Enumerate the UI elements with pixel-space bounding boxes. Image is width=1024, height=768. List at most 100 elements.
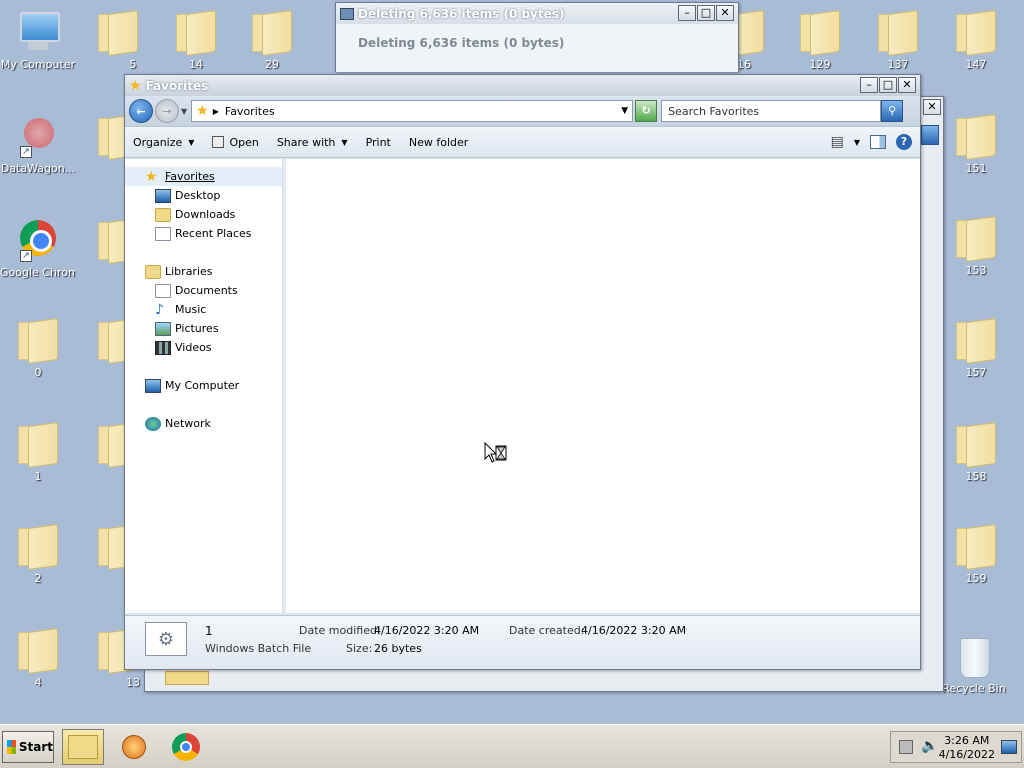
desktop-icon-google-chrome[interactable]: ↗ Google Chrome xyxy=(0,216,76,279)
navigation-pane: ★ Favorites Desktop Downloads Recent Plac… xyxy=(125,159,283,613)
volume-icon[interactable]: 🔈 xyxy=(921,738,938,754)
desktop-icon-folder-129[interactable]: 129 xyxy=(782,8,858,71)
desktop-icon-folder-14[interactable]: 14 xyxy=(158,8,234,71)
chevron-down-icon: ▼ xyxy=(188,137,195,147)
nav-item-desktop[interactable]: Desktop xyxy=(125,186,282,205)
busy-cursor-icon xyxy=(484,441,508,469)
share-with-button[interactable]: Share with ▼ xyxy=(277,136,348,149)
clock[interactable]: 3:26 AM 4/16/2022 xyxy=(939,734,995,762)
command-bar: Organize ▼ Open Share with ▼ Print New fol… xyxy=(125,126,920,158)
show-desktop-icon[interactable] xyxy=(1001,740,1017,754)
desktop-icon-folder-2[interactable]: 2 xyxy=(0,522,76,585)
explorer-folder-icon xyxy=(68,735,98,759)
preview-pane-icon[interactable] xyxy=(870,135,886,149)
desktop-icon-folder-29[interactable]: 29 xyxy=(234,8,310,71)
close-button[interactable]: ✕ xyxy=(898,77,916,93)
recent-pages-dropdown[interactable]: ▼ xyxy=(181,107,187,116)
file-type: Windows Batch File xyxy=(205,642,312,655)
search-input[interactable]: Search Favorites xyxy=(661,100,882,122)
folder-icon xyxy=(952,112,1000,160)
folder-icon xyxy=(14,626,62,674)
forward-button[interactable]: → xyxy=(155,99,179,123)
desktop-icon-folder-151[interactable]: 151 xyxy=(938,112,1014,175)
address-bar[interactable]: ★ ▶ Favorites ▼ xyxy=(191,100,634,122)
nav-item-videos[interactable]: Videos xyxy=(125,338,282,357)
details-pane: ⚙ 1 Windows Batch File Date modified: 4/… xyxy=(125,615,920,669)
folder-icon xyxy=(952,522,1000,570)
desktop-icon-folder-137[interactable]: 137 xyxy=(860,8,936,71)
desktop-icon-folder-1[interactable]: 1 xyxy=(0,420,76,483)
desktop-icon-folder-158[interactable]: 158 xyxy=(938,420,1014,483)
taskbar-media-player-button[interactable] xyxy=(114,729,154,765)
nav-item-music[interactable]: ♪ Music xyxy=(125,300,282,319)
view-options-icon[interactable]: ▤ xyxy=(831,134,844,150)
nav-item-recent-places[interactable]: Recent Places xyxy=(125,224,282,243)
progress-titlebar[interactable]: Deleting 6,636 items (0 bytes) – □ ✕ xyxy=(336,3,738,24)
new-folder-button[interactable]: New folder xyxy=(409,136,468,149)
minimize-button[interactable]: – xyxy=(678,5,696,21)
start-button[interactable]: Start xyxy=(2,731,54,763)
desktop-icon-folder-159[interactable]: 159 xyxy=(938,522,1014,585)
size-label: Size: xyxy=(346,642,373,655)
background-search-icon[interactable] xyxy=(921,125,939,145)
breadcrumb-arrow-icon[interactable]: ▶ xyxy=(213,107,219,116)
taskbar-explorer-button[interactable] xyxy=(62,729,104,765)
file-name: 1 xyxy=(205,624,213,638)
star-icon: ★ xyxy=(196,103,209,119)
desktop-icon-folder-147[interactable]: 147 xyxy=(938,8,1014,71)
organize-button[interactable]: Organize ▼ xyxy=(133,136,194,149)
search-icon[interactable]: ⚲ xyxy=(881,100,904,122)
folder-icon xyxy=(248,8,296,56)
background-close-button[interactable]: ✕ xyxy=(923,99,941,115)
nav-item-pictures[interactable]: Pictures xyxy=(125,319,282,338)
address-dropdown-icon[interactable]: ▼ xyxy=(621,106,628,116)
desktop-icon-folder-157[interactable]: 157 xyxy=(938,316,1014,379)
folder-icon xyxy=(172,8,220,56)
desktop-icon-folder-0[interactable]: 0 xyxy=(0,316,76,379)
desktop-icon-folder-153[interactable]: 153 xyxy=(938,214,1014,277)
batch-file-gear-icon: ⚙ xyxy=(145,622,187,656)
folder-icon xyxy=(874,8,922,56)
date-created-label: Date created: xyxy=(509,624,585,637)
nav-item-documents[interactable]: Documents xyxy=(125,281,282,300)
back-button[interactable]: ← xyxy=(129,99,153,123)
folder-icon xyxy=(14,316,62,364)
explorer-window[interactable]: ★ Favorites – □ ✕ ← → ▼ ★ ▶ Favorites ▼ … xyxy=(124,74,921,670)
explorer-titlebar[interactable]: ★ Favorites – □ ✕ xyxy=(125,75,920,96)
maximize-button[interactable]: □ xyxy=(879,77,897,93)
desktop-icon-datawagon[interactable]: ↗ DataWagon... xyxy=(0,112,76,175)
nav-item-my-computer[interactable]: My Computer xyxy=(125,376,282,395)
help-icon[interactable]: ? xyxy=(896,134,912,150)
nav-item-network[interactable]: Network xyxy=(125,414,282,433)
computer-icon xyxy=(14,8,62,56)
maximize-button[interactable]: □ xyxy=(697,5,715,21)
desktop-icon-recycle-bin[interactable]: Recycle Bin xyxy=(936,632,1012,695)
refresh-button[interactable]: ↻ xyxy=(635,100,658,122)
delete-progress-dialog[interactable]: Deleting 6,636 items (0 bytes) – □ ✕ Del… xyxy=(335,2,739,72)
minimize-button[interactable]: – xyxy=(860,77,878,93)
nav-item-downloads[interactable]: Downloads xyxy=(125,205,282,224)
star-icon: ★ xyxy=(129,77,142,94)
nav-item-libraries[interactable]: Libraries xyxy=(125,262,282,281)
desktop-icon-folder-5[interactable]: 5 xyxy=(80,8,156,71)
date-created-value: 4/16/2022 3:20 AM xyxy=(581,624,687,637)
desktop-icon-my-computer[interactable]: My Computer xyxy=(0,8,76,71)
folder-icon xyxy=(796,8,844,56)
folder-icon xyxy=(952,8,1000,56)
recent-places-icon xyxy=(155,226,171,241)
open-icon xyxy=(212,136,225,148)
view-dropdown-icon[interactable]: ▼ xyxy=(854,138,860,147)
libraries-icon xyxy=(145,264,161,279)
pictures-icon xyxy=(155,321,171,336)
taskbar-chrome-button[interactable] xyxy=(166,729,206,765)
print-button[interactable]: Print xyxy=(366,136,391,149)
delete-icon xyxy=(340,7,354,20)
file-list-pane[interactable] xyxy=(283,159,920,613)
open-button[interactable]: Open xyxy=(212,136,259,149)
desktop-icon-folder-4[interactable]: 4 xyxy=(0,626,76,689)
network-status-icon[interactable] xyxy=(899,740,913,754)
nav-item-favorites[interactable]: ★ Favorites xyxy=(125,167,282,186)
close-button[interactable]: ✕ xyxy=(716,5,734,21)
music-icon: ♪ xyxy=(155,301,164,318)
network-icon xyxy=(145,416,161,431)
